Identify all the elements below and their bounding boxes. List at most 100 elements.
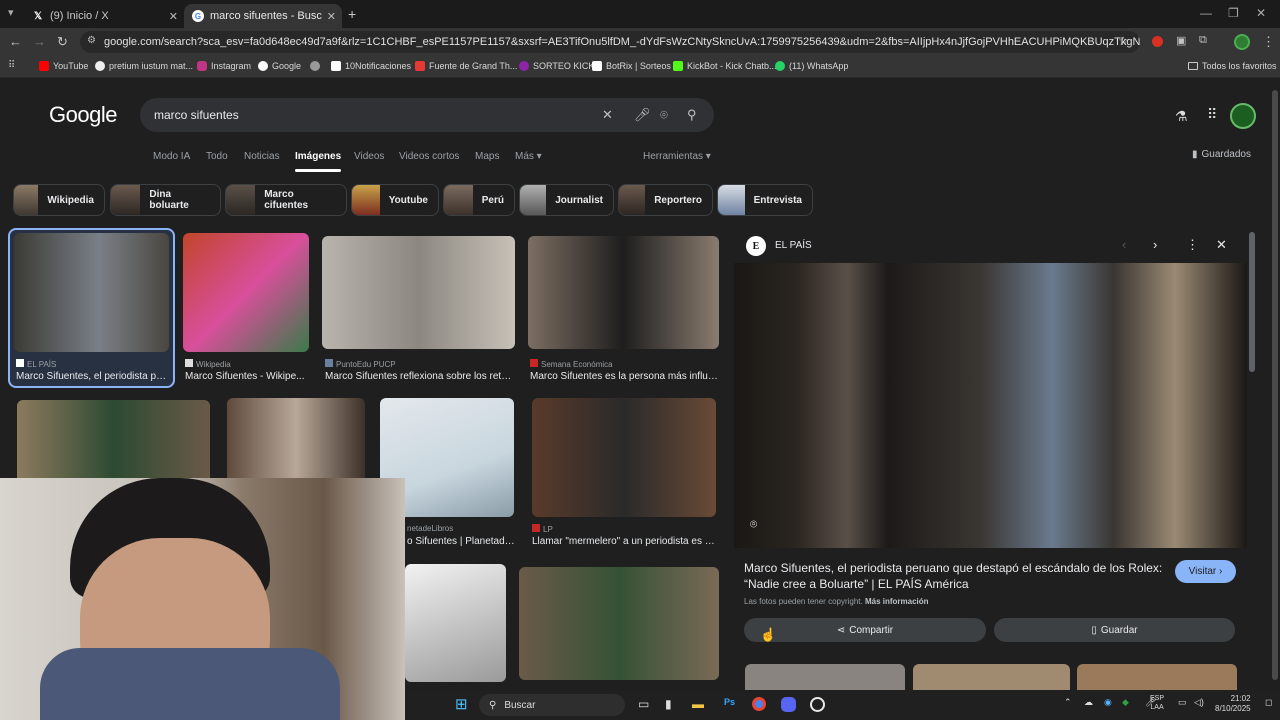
- file-explorer-icon[interactable]: ▬: [692, 697, 704, 711]
- tab-modo-ia[interactable]: Modo IA: [153, 151, 190, 162]
- more-options-icon[interactable]: ⋮: [1186, 237, 1199, 253]
- result-image-pucp[interactable]: [322, 236, 515, 349]
- bookmark-kickbot[interactable]: KickBot - Kick Chatb...: [673, 61, 777, 71]
- close-panel-icon[interactable]: ✕: [1216, 237, 1227, 253]
- panel-source-name[interactable]: EL PAÍS: [775, 240, 812, 251]
- result-caption[interactable]: Llamar "mermelero" a un periodista es at…: [532, 536, 718, 547]
- result-caption[interactable]: Marco Sifuentes es la persona más influy…: [530, 371, 719, 382]
- chip-peru[interactable]: Perú: [443, 184, 515, 216]
- related-image[interactable]: [913, 664, 1070, 690]
- related-image[interactable]: [1077, 664, 1237, 690]
- tab-search-icon[interactable]: ▾: [8, 6, 14, 19]
- result-image-elpais[interactable]: [14, 233, 169, 352]
- discord-icon[interactable]: [781, 697, 796, 712]
- preview-image[interactable]: ⌾: [734, 263, 1247, 548]
- microphone-icon[interactable]: 🎤︎: [634, 107, 651, 123]
- bookmark-grand-theft[interactable]: Fuente de Grand Th...: [415, 61, 517, 71]
- clear-icon[interactable]: ✕: [602, 107, 613, 123]
- windows-start-icon[interactable]: ⊞: [455, 695, 468, 713]
- result-image[interactable]: [405, 564, 506, 682]
- tab-videos-cortos[interactable]: Videos cortos: [399, 151, 459, 162]
- chrome-icon[interactable]: [752, 697, 766, 711]
- result-image-semana[interactable]: [528, 236, 719, 349]
- saved-link[interactable]: ▮ Guardados: [1192, 149, 1251, 160]
- extension-icon[interactable]: [1152, 36, 1163, 47]
- result-caption[interactable]: Marco Sifuentes reflexiona sobre los ret…: [325, 371, 515, 382]
- account-avatar[interactable]: [1230, 103, 1256, 129]
- chip-journalist[interactable]: Journalist: [519, 184, 614, 216]
- bookmark-instagram[interactable]: Instagram: [197, 61, 251, 71]
- search-icon[interactable]: ⚲: [687, 107, 697, 123]
- close-icon[interactable]: ✕: [327, 10, 336, 23]
- minimize-icon[interactable]: —: [1200, 6, 1212, 20]
- bookmark-star-icon[interactable]: ☆: [1118, 34, 1129, 48]
- menu-kebab-icon[interactable]: ⋮: [1262, 34, 1275, 50]
- profile-avatar[interactable]: [1234, 34, 1250, 50]
- apps-grid-icon[interactable]: ⠿: [1207, 106, 1217, 123]
- app-icon[interactable]: ▮: [665, 697, 672, 711]
- tab-imagenes[interactable]: Imágenes: [295, 151, 342, 172]
- visit-button[interactable]: Visitar ›: [1175, 560, 1236, 583]
- more-info-link[interactable]: Más información: [865, 597, 929, 606]
- result-image[interactable]: [227, 398, 365, 490]
- result-image[interactable]: [519, 567, 719, 680]
- window-close-icon[interactable]: ✕: [1256, 6, 1266, 20]
- tab-videos[interactable]: Videos: [354, 151, 384, 162]
- task-view-icon[interactable]: ▭: [638, 697, 649, 711]
- preview-title[interactable]: Marco Sifuentes, el periodista peruano q…: [744, 560, 1169, 592]
- chip-reportero[interactable]: Reportero: [618, 184, 713, 216]
- lens-search-icon[interactable]: ⌾: [750, 517, 757, 532]
- notifications-icon[interactable]: ◻: [1265, 697, 1272, 708]
- result-image-wikipedia[interactable]: [183, 233, 309, 352]
- chip-entrevista[interactable]: Entrevista: [717, 184, 813, 216]
- chip-wikipedia[interactable]: Wikipedia: [13, 184, 105, 216]
- next-icon[interactable]: ›: [1153, 237, 1157, 252]
- tab-maps[interactable]: Maps: [475, 151, 499, 162]
- related-image[interactable]: [745, 664, 905, 690]
- obs-icon[interactable]: [810, 697, 825, 712]
- panel-scrollbar[interactable]: [1249, 232, 1255, 372]
- result-caption[interactable]: Marco Sifuentes, el periodista pe...: [16, 371, 168, 382]
- bookmark-google[interactable]: Google: [258, 61, 301, 71]
- labs-flask-icon[interactable]: ⚗: [1175, 108, 1188, 125]
- bookmark-10notificaciones[interactable]: 10Notificaciones: [331, 61, 411, 71]
- new-tab-button[interactable]: +: [348, 6, 356, 22]
- language-indicator[interactable]: ESP LAA: [1150, 694, 1164, 712]
- chip-youtube[interactable]: Youtube: [351, 184, 439, 216]
- back-icon[interactable]: ←: [9, 34, 22, 49]
- site-info-icon[interactable]: ⚙: [87, 35, 96, 46]
- google-logo[interactable]: Google: [49, 102, 117, 128]
- close-icon[interactable]: ✕: [169, 10, 178, 23]
- tab-google-search[interactable]: G marco sifuentes - Buscar con G ✕: [184, 4, 342, 28]
- result-image-lp[interactable]: [532, 398, 716, 517]
- extension-icon[interactable]: ▣: [1176, 34, 1186, 47]
- clock[interactable]: 21:02 8/10/2025: [1215, 694, 1251, 714]
- tab-todo[interactable]: Todo: [206, 151, 228, 162]
- result-caption[interactable]: o Sifuentes | Planetade...: [407, 536, 515, 547]
- tools-menu[interactable]: Herramientas ▾: [643, 151, 711, 162]
- page-scrollbar[interactable]: [1272, 90, 1278, 680]
- all-bookmarks-folder[interactable]: Todos los favoritos: [1188, 61, 1277, 71]
- tab-noticias[interactable]: Noticias: [244, 151, 280, 162]
- onedrive-icon[interactable]: ☁: [1084, 697, 1093, 708]
- previous-icon[interactable]: ‹: [1122, 237, 1126, 252]
- volume-icon[interactable]: ◁): [1194, 697, 1204, 708]
- extensions-puzzle-icon[interactable]: ⧉: [1199, 34, 1207, 47]
- tray-icon[interactable]: ◉: [1104, 697, 1112, 708]
- tray-icon[interactable]: ◆: [1122, 697, 1129, 708]
- result-caption[interactable]: Marco Sifuentes - Wikipe...: [185, 371, 309, 382]
- tab-mas[interactable]: Más ▾: [515, 151, 542, 162]
- apps-grid-icon[interactable]: ⠿: [8, 60, 15, 71]
- taskbar-search[interactable]: ⚲ Buscar: [479, 694, 625, 716]
- reload-icon[interactable]: ↻: [57, 34, 68, 50]
- lens-camera-icon[interactable]: ⌾: [660, 107, 668, 123]
- bookmark-sorteo-kick[interactable]: SORTEO KICK: [519, 61, 594, 71]
- share-button[interactable]: ⋖ Compartir: [744, 618, 986, 642]
- chip-marco-cifuentes[interactable]: Marco cifuentes: [225, 184, 347, 216]
- url-field[interactable]: ⚙ google.com/search?sca_esv=fa0d648ec49d…: [80, 31, 1140, 53]
- bookmark-pretium[interactable]: pretium iustum mat...: [95, 61, 193, 71]
- photoshop-icon[interactable]: Ps: [724, 697, 735, 707]
- forward-icon[interactable]: →: [33, 34, 46, 49]
- tab-x-home[interactable]: 𝕏 (9) Inicio / X ✕: [24, 4, 184, 28]
- result-image[interactable]: [17, 400, 210, 490]
